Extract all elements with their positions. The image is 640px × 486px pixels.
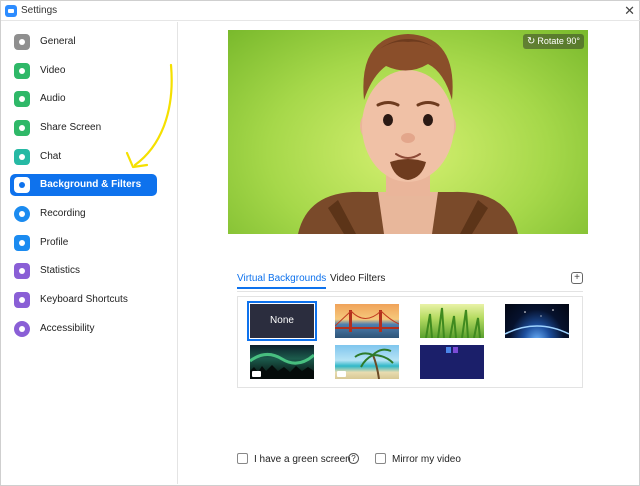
video-background-icon — [252, 371, 261, 377]
background-tropical-beach[interactable] — [335, 345, 399, 379]
bar-chart-icon — [14, 263, 30, 279]
sidebar-item-label: General — [40, 36, 76, 47]
chat-bubble-icon — [14, 149, 30, 165]
sidebar-item-keyboard-shortcuts[interactable]: Keyboard Shortcuts — [10, 289, 157, 311]
background-none[interactable]: None — [247, 301, 317, 341]
headphones-icon — [14, 91, 30, 107]
avatar-cartoon — [298, 34, 518, 234]
settings-window: Settings ✕ General Video Audio Share Scr… — [0, 0, 640, 486]
mirror-video-checkbox[interactable] — [375, 453, 386, 464]
sidebar-item-general[interactable]: General — [10, 31, 157, 53]
sidebar-item-label: Background & Filters — [40, 179, 142, 190]
video-background-icon — [337, 371, 346, 377]
sidebar-item-statistics[interactable]: Statistics — [10, 260, 157, 282]
background-grid: None — [237, 296, 583, 388]
rotate-button[interactable]: ↻ Rotate 90° — [522, 34, 584, 49]
green-screen-label: I have a green screen — [254, 454, 351, 465]
keyboard-icon — [14, 292, 30, 308]
rotate-icon: ↻ — [526, 36, 536, 47]
sidebar-item-label: Share Screen — [40, 122, 102, 133]
share-screen-icon — [14, 120, 30, 136]
sidebar-item-profile[interactable]: Profile — [10, 232, 157, 254]
tab-divider — [237, 291, 583, 292]
tab-video-filters[interactable]: Video Filters — [330, 273, 385, 284]
slide-app-icons — [446, 347, 458, 353]
add-background-button[interactable]: + — [571, 272, 583, 284]
rotate-label: Rotate 90° — [537, 36, 580, 46]
sidebar-item-background-filters[interactable]: Background & Filters — [10, 174, 157, 196]
help-icon[interactable]: ? — [348, 453, 359, 464]
sidebar-item-label: Video — [40, 65, 66, 76]
accessibility-icon — [14, 321, 30, 337]
background-green-grass[interactable] — [420, 304, 484, 338]
bridge-drawing — [335, 310, 399, 332]
background-earth-from-space[interactable] — [505, 304, 569, 338]
background-golden-gate-bridge[interactable] — [335, 304, 399, 338]
sidebar-item-accessibility[interactable]: Accessibility — [10, 318, 157, 340]
close-button[interactable]: ✕ — [624, 3, 635, 19]
mirror-video-label: Mirror my video — [392, 454, 461, 465]
sidebar-item-label: Audio — [40, 93, 66, 104]
zoom-app-icon — [5, 5, 17, 17]
sidebar-item-label: Chat — [40, 151, 62, 162]
sidebar-item-label: Profile — [40, 237, 69, 248]
sidebar-item-recording[interactable]: Recording — [10, 203, 157, 225]
sidebar-item-label: Accessibility — [40, 323, 95, 334]
background-custom-slide[interactable] — [420, 345, 484, 379]
sidebar-item-label: Statistics — [40, 265, 81, 276]
person-icon — [14, 235, 30, 251]
tab-virtual-backgrounds[interactable]: Virtual Backgrounds — [237, 273, 327, 289]
earth-drawing — [505, 309, 569, 335]
video-preview: ↻ Rotate 90° — [228, 30, 588, 234]
record-icon — [14, 206, 30, 222]
portrait-icon — [14, 177, 30, 193]
green-screen-checkbox[interactable] — [237, 453, 248, 464]
sidebar-item-label: Keyboard Shortcuts — [40, 294, 128, 305]
annotation-arrow — [125, 63, 173, 169]
gear-icon — [14, 34, 30, 50]
grass-drawing — [425, 307, 481, 338]
sidebar-item-label: Recording — [40, 208, 86, 219]
background-aurora-borealis[interactable] — [250, 345, 314, 379]
window-title: Settings — [21, 5, 58, 16]
title-bar: Settings ✕ — [1, 1, 640, 21]
video-camera-icon — [14, 63, 30, 79]
